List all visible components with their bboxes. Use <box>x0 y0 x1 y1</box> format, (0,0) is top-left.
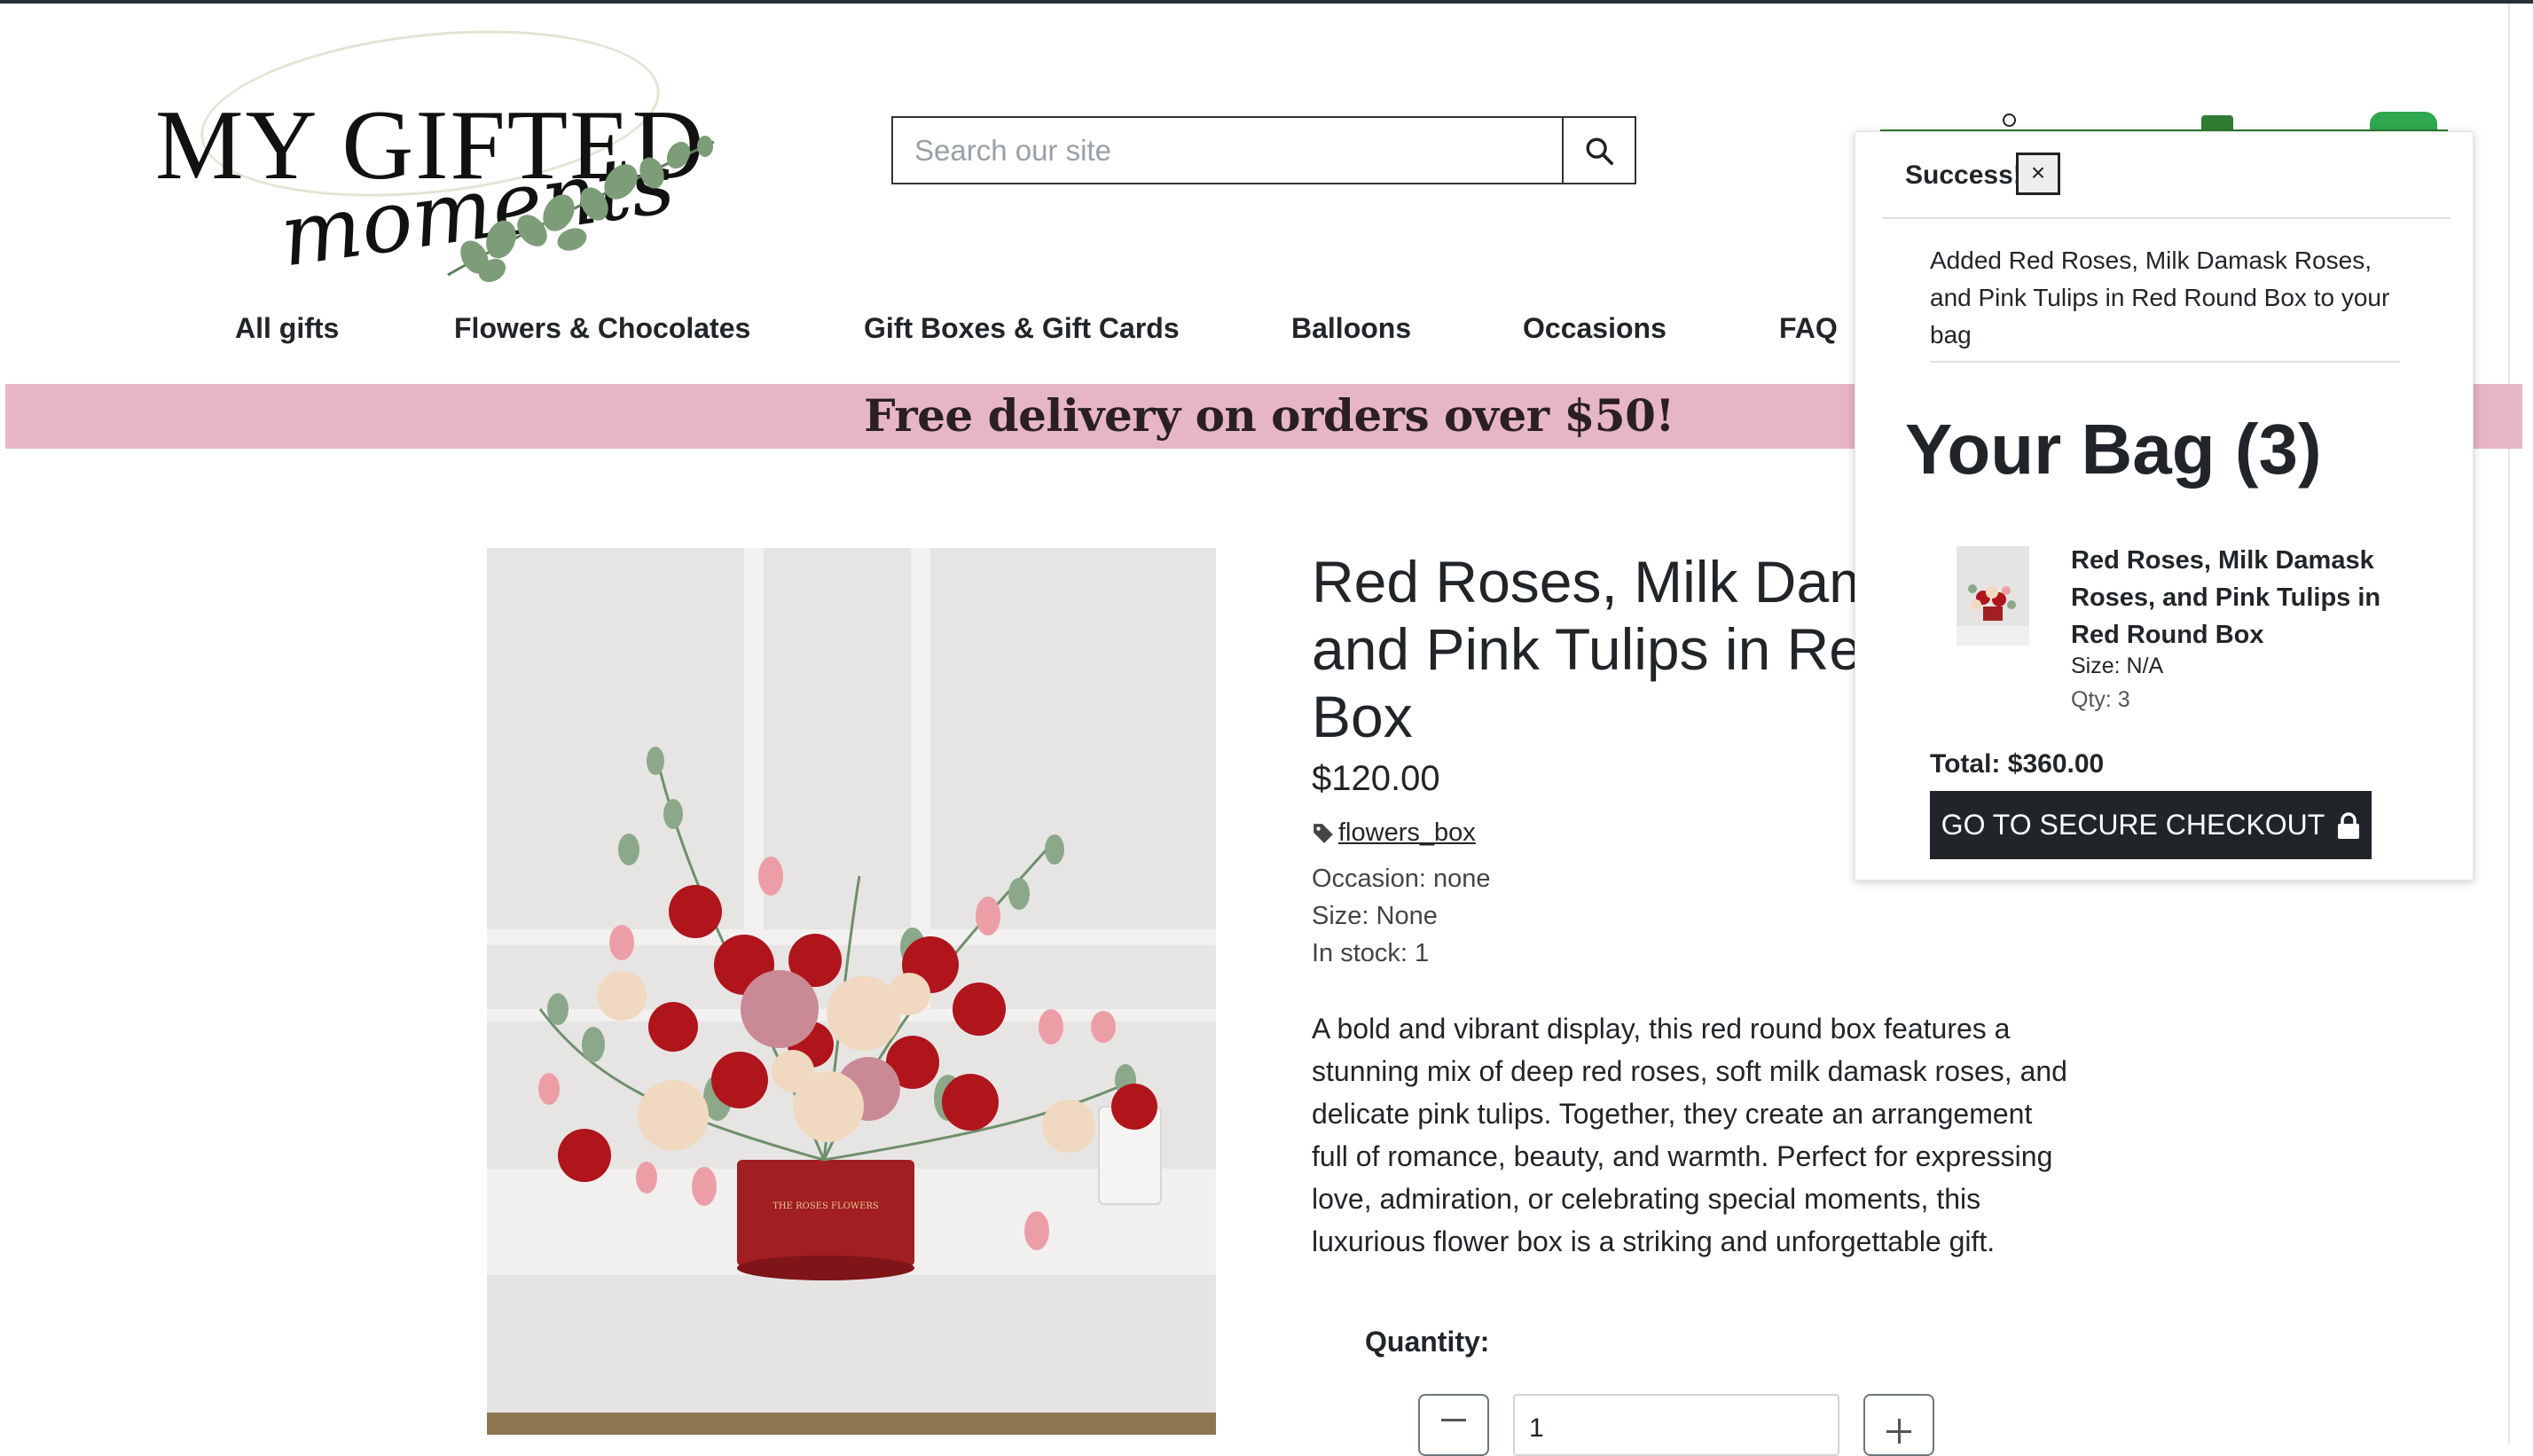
window-top-border <box>0 0 2533 4</box>
header-icons <box>1880 105 2448 137</box>
close-button[interactable]: × <box>2016 153 2060 195</box>
bag-total: Total: $360.00 <box>1930 749 2105 779</box>
box-label: THE ROSES FLOWERS <box>772 1202 879 1211</box>
bag-item-qty: Qty: 3 <box>2071 687 2130 712</box>
tag-link[interactable]: flowers_box <box>1338 818 1476 848</box>
nav-balloons[interactable]: Balloons <box>1291 312 1411 345</box>
bag-item-image <box>1957 546 2029 646</box>
quantity-decrease-button[interactable] <box>1418 1394 1489 1456</box>
site-logo[interactable]: MY GIFTED moments <box>146 10 715 293</box>
checkout-label: GO TO SECURE CHECKOUT <box>1941 809 2325 841</box>
flower-arrangement-image: THE ROSES FLOWERS <box>487 548 1216 1435</box>
lock-icon <box>2338 811 2360 839</box>
divider <box>1930 361 2400 363</box>
bag-item-size: Size: N/A <box>2071 654 2164 678</box>
product-image[interactable]: THE ROSES FLOWERS <box>487 548 1216 1435</box>
minus-icon <box>1441 1419 1466 1421</box>
quantity-label: Quantity: <box>1365 1326 1490 1358</box>
nav-flowers-chocolates[interactable]: Flowers & Chocolates <box>454 312 750 345</box>
product-description: A bold and vibrant display, this red rou… <box>1312 1013 2067 1257</box>
checkout-button[interactable]: GO TO SECURE CHECKOUT <box>1930 791 2372 859</box>
nav-gift-boxes[interactable]: Gift Boxes & Gift Cards <box>864 312 1180 345</box>
quantity-increase-button[interactable] <box>1863 1394 1934 1456</box>
plus-icon <box>1886 1419 1911 1444</box>
divider <box>1882 217 2450 219</box>
scrollbar[interactable] <box>2508 4 2533 1444</box>
product-size: Size: None <box>1312 902 1438 930</box>
product-stock: In stock: 1 <box>1312 939 1430 967</box>
eucalyptus-icon <box>447 136 715 283</box>
bag-item-name[interactable]: Red Roses, Milk Damask Roses, and Pink T… <box>2071 542 2426 654</box>
bag-item-thumbnail[interactable] <box>1957 546 2029 646</box>
quantity-input[interactable]: 1 <box>1513 1394 1839 1456</box>
bag-title: Your Bag (3) <box>1905 410 2322 489</box>
nav-faq[interactable]: FAQ <box>1779 312 1838 345</box>
bag-popup: Success! × Added Red Roses, Milk Damask … <box>1855 131 2474 881</box>
tag-icon <box>1314 823 1333 843</box>
search-bar <box>891 116 1636 184</box>
nav-all-gifts[interactable]: All gifts <box>235 312 339 345</box>
added-message: Added Red Roses, Milk Damask Roses, and … <box>1930 247 2390 348</box>
account-icon[interactable] <box>2003 114 2016 127</box>
success-label: Success! <box>1905 160 2022 190</box>
search-input[interactable] <box>893 118 1562 183</box>
nav-occasions[interactable]: Occasions <box>1523 312 1666 345</box>
search-icon <box>1586 137 1614 165</box>
search-button[interactable] <box>1562 118 1635 183</box>
